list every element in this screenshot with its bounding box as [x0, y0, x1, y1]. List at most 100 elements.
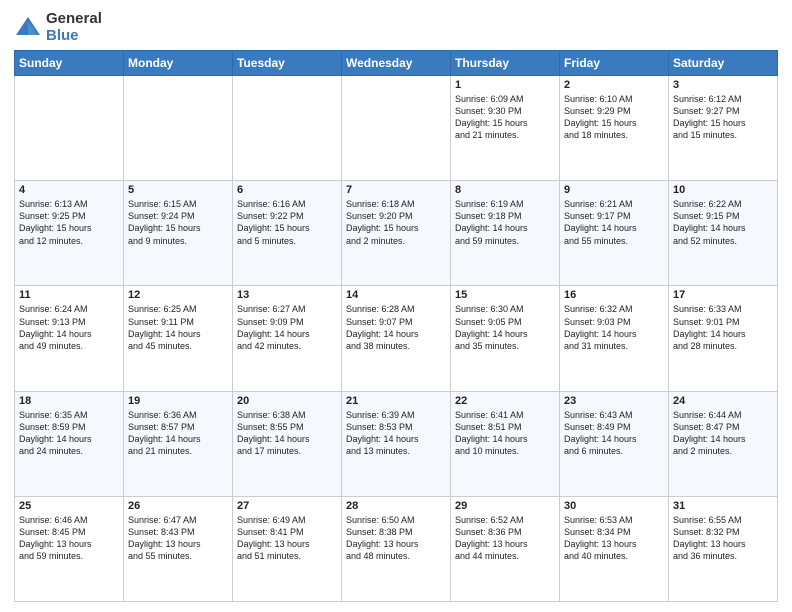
week-row-4: 18 Sunrise: 6:35 AM Sunset: 8:59 PM Dayli…: [15, 391, 778, 496]
week-row-3: 11Sunrise: 6:24 AM Sunset: 9:13 PM Dayli…: [15, 286, 778, 391]
day-info: Sunrise: 6:32 AM Sunset: 9:03 PM Dayligh…: [564, 303, 664, 352]
calendar-cell: 26 Sunrise: 6:47 AM Sunset: 8:43 PM Dayli…: [124, 496, 233, 601]
day-header-thursday: Thursday: [451, 51, 560, 76]
day-number: 17: [673, 289, 773, 301]
calendar-cell: 7 Sunrise: 6:18 AM Sunset: 9:20 PM Daylig…: [342, 181, 451, 286]
day-header-monday: Monday: [124, 51, 233, 76]
day-info: Sunrise: 6:30 AM Sunset: 9:05 PM Dayligh…: [455, 303, 555, 352]
calendar-cell: 8Sunrise: 6:19 AM Sunset: 9:18 PM Daylig…: [451, 181, 560, 286]
day-info: Sunrise: 6:55 AM Sunset: 8:32 PM Dayligh…: [673, 514, 773, 563]
day-number: 1: [455, 79, 555, 91]
calendar-cell: 22 Sunrise: 6:41 AM Sunset: 8:51 PM Dayli…: [451, 391, 560, 496]
day-info: Sunrise: 6:41 AM Sunset: 8:51 PM Dayligh…: [455, 409, 555, 458]
calendar-header: SundayMondayTuesdayWednesdayThursdayFrid…: [15, 51, 778, 76]
week-row-1: 1 Sunrise: 6:09 AM Sunset: 9:30 PM Daylig…: [15, 76, 778, 181]
day-number: 25: [19, 500, 119, 512]
calendar-cell: [342, 76, 451, 181]
day-info: Sunrise: 6:36 AM Sunset: 8:57 PM Dayligh…: [128, 409, 228, 458]
day-info: Sunrise: 6:53 AM Sunset: 8:34 PM Dayligh…: [564, 514, 664, 563]
header: General Blue: [14, 10, 778, 44]
calendar-cell: 24 Sunrise: 6:44 AM Sunset: 8:47 PM Dayli…: [669, 391, 778, 496]
day-number: 31: [673, 500, 773, 512]
day-number: 14: [346, 289, 446, 301]
calendar-table: SundayMondayTuesdayWednesdayThursdayFrid…: [14, 50, 778, 602]
day-number: 13: [237, 289, 337, 301]
calendar-cell: 27Sunrise: 6:49 AM Sunset: 8:41 PM Dayli…: [233, 496, 342, 601]
week-row-5: 25 Sunrise: 6:46 AM Sunset: 8:45 PM Dayli…: [15, 496, 778, 601]
calendar-cell: 30 Sunrise: 6:53 AM Sunset: 8:34 PM Dayli…: [560, 496, 669, 601]
calendar-cell: [124, 76, 233, 181]
day-number: 22: [455, 395, 555, 407]
day-number: 4: [19, 184, 119, 196]
day-info: Sunrise: 6:22 AM Sunset: 9:15 PM Dayligh…: [673, 198, 773, 247]
logo-icon: [14, 13, 42, 41]
day-info: Sunrise: 6:43 AM Sunset: 8:49 PM Dayligh…: [564, 409, 664, 458]
calendar-cell: [15, 76, 124, 181]
day-info: Sunrise: 6:25 AM Sunset: 9:11 PM Dayligh…: [128, 303, 228, 352]
calendar-cell: 11Sunrise: 6:24 AM Sunset: 9:13 PM Dayli…: [15, 286, 124, 391]
calendar-cell: 21Sunrise: 6:39 AM Sunset: 8:53 PM Dayli…: [342, 391, 451, 496]
day-number: 29: [455, 500, 555, 512]
calendar-cell: 28 Sunrise: 6:50 AM Sunset: 8:38 PM Dayli…: [342, 496, 451, 601]
day-number: 5: [128, 184, 228, 196]
day-header-tuesday: Tuesday: [233, 51, 342, 76]
calendar-cell: 2 Sunrise: 6:10 AM Sunset: 9:29 PM Daylig…: [560, 76, 669, 181]
calendar-cell: 4 Sunrise: 6:13 AM Sunset: 9:25 PM Daylig…: [15, 181, 124, 286]
calendar-cell: 6Sunrise: 6:16 AM Sunset: 9:22 PM Daylig…: [233, 181, 342, 286]
calendar-cell: 14 Sunrise: 6:28 AM Sunset: 9:07 PM Dayli…: [342, 286, 451, 391]
day-number: 21: [346, 395, 446, 407]
day-info: Sunrise: 6:18 AM Sunset: 9:20 PM Dayligh…: [346, 198, 446, 247]
calendar-cell: 1 Sunrise: 6:09 AM Sunset: 9:30 PM Daylig…: [451, 76, 560, 181]
day-info: Sunrise: 6:12 AM Sunset: 9:27 PM Dayligh…: [673, 93, 773, 142]
day-info: Sunrise: 6:10 AM Sunset: 9:29 PM Dayligh…: [564, 93, 664, 142]
day-number: 20: [237, 395, 337, 407]
day-header-wednesday: Wednesday: [342, 51, 451, 76]
day-number: 24: [673, 395, 773, 407]
day-info: Sunrise: 6:35 AM Sunset: 8:59 PM Dayligh…: [19, 409, 119, 458]
day-number: 30: [564, 500, 664, 512]
day-info: Sunrise: 6:21 AM Sunset: 9:17 PM Dayligh…: [564, 198, 664, 247]
day-info: Sunrise: 6:19 AM Sunset: 9:18 PM Dayligh…: [455, 198, 555, 247]
calendar-cell: 15Sunrise: 6:30 AM Sunset: 9:05 PM Dayli…: [451, 286, 560, 391]
page: General Blue SundayMondayTuesdayWednesda…: [0, 0, 792, 612]
day-info: Sunrise: 6:13 AM Sunset: 9:25 PM Dayligh…: [19, 198, 119, 247]
days-header-row: SundayMondayTuesdayWednesdayThursdayFrid…: [15, 51, 778, 76]
day-number: 27: [237, 500, 337, 512]
week-row-2: 4 Sunrise: 6:13 AM Sunset: 9:25 PM Daylig…: [15, 181, 778, 286]
calendar-cell: 23Sunrise: 6:43 AM Sunset: 8:49 PM Dayli…: [560, 391, 669, 496]
day-info: Sunrise: 6:46 AM Sunset: 8:45 PM Dayligh…: [19, 514, 119, 563]
day-number: 7: [346, 184, 446, 196]
day-number: 28: [346, 500, 446, 512]
day-number: 16: [564, 289, 664, 301]
calendar-cell: 19 Sunrise: 6:36 AM Sunset: 8:57 PM Dayli…: [124, 391, 233, 496]
calendar-cell: 13 Sunrise: 6:27 AM Sunset: 9:09 PM Dayli…: [233, 286, 342, 391]
day-info: Sunrise: 6:47 AM Sunset: 8:43 PM Dayligh…: [128, 514, 228, 563]
calendar-cell: 31 Sunrise: 6:55 AM Sunset: 8:32 PM Dayli…: [669, 496, 778, 601]
day-info: Sunrise: 6:09 AM Sunset: 9:30 PM Dayligh…: [455, 93, 555, 142]
calendar-cell: 18 Sunrise: 6:35 AM Sunset: 8:59 PM Dayli…: [15, 391, 124, 496]
calendar-cell: 5Sunrise: 6:15 AM Sunset: 9:24 PM Daylig…: [124, 181, 233, 286]
day-info: Sunrise: 6:28 AM Sunset: 9:07 PM Dayligh…: [346, 303, 446, 352]
calendar-body: 1 Sunrise: 6:09 AM Sunset: 9:30 PM Daylig…: [15, 76, 778, 602]
day-info: Sunrise: 6:44 AM Sunset: 8:47 PM Dayligh…: [673, 409, 773, 458]
calendar-cell: 29 Sunrise: 6:52 AM Sunset: 8:36 PM Dayli…: [451, 496, 560, 601]
calendar-cell: [233, 76, 342, 181]
day-info: Sunrise: 6:38 AM Sunset: 8:55 PM Dayligh…: [237, 409, 337, 458]
day-info: Sunrise: 6:27 AM Sunset: 9:09 PM Dayligh…: [237, 303, 337, 352]
day-number: 6: [237, 184, 337, 196]
day-info: Sunrise: 6:52 AM Sunset: 8:36 PM Dayligh…: [455, 514, 555, 563]
day-number: 3: [673, 79, 773, 91]
day-number: 9: [564, 184, 664, 196]
day-header-friday: Friday: [560, 51, 669, 76]
day-number: 2: [564, 79, 664, 91]
day-header-saturday: Saturday: [669, 51, 778, 76]
day-number: 19: [128, 395, 228, 407]
logo: General Blue: [14, 10, 102, 44]
day-info: Sunrise: 6:50 AM Sunset: 8:38 PM Dayligh…: [346, 514, 446, 563]
day-number: 26: [128, 500, 228, 512]
calendar-cell: 9 Sunrise: 6:21 AM Sunset: 9:17 PM Daylig…: [560, 181, 669, 286]
calendar-cell: 10Sunrise: 6:22 AM Sunset: 9:15 PM Dayli…: [669, 181, 778, 286]
day-number: 12: [128, 289, 228, 301]
day-number: 18: [19, 395, 119, 407]
day-info: Sunrise: 6:33 AM Sunset: 9:01 PM Dayligh…: [673, 303, 773, 352]
